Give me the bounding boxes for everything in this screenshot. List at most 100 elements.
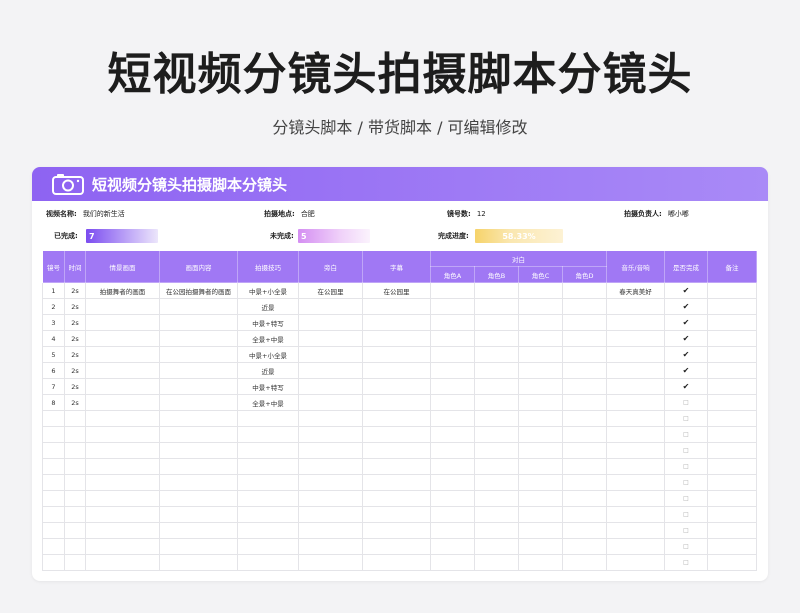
role-a-cell[interactable] [430,410,475,427]
role-a-cell[interactable] [430,330,475,347]
technique-cell[interactable] [237,442,299,459]
shot-no-cell[interactable] [42,410,65,427]
narration-cell[interactable] [298,490,363,507]
note-cell[interactable] [707,426,757,443]
role-c-cell[interactable] [518,522,563,539]
completed-checkbox[interactable]: ✔ [664,298,708,315]
role-d-cell[interactable] [562,282,607,299]
narration-cell[interactable] [298,554,363,571]
completed-checkbox[interactable]: ✔ [664,330,708,347]
narration-cell[interactable] [298,330,363,347]
completed-checkbox[interactable]: □ [664,442,708,459]
scene-cell[interactable] [85,378,160,395]
role-d-cell[interactable] [562,330,607,347]
role-b-cell[interactable] [474,458,519,475]
shot-no-cell[interactable]: 5 [42,346,65,363]
content-cell[interactable] [159,394,238,411]
shot-no-cell[interactable] [42,506,65,523]
completed-checkbox[interactable]: ✔ [664,362,708,379]
time-cell[interactable] [64,426,86,443]
time-cell[interactable]: 2s [64,282,86,299]
role-a-cell[interactable] [430,442,475,459]
time-cell[interactable] [64,522,86,539]
music-cell[interactable] [606,330,665,347]
subtitle-cell[interactable] [362,394,431,411]
completed-checkbox[interactable]: ✔ [664,282,708,299]
content-cell[interactable] [159,522,238,539]
technique-cell[interactable] [237,458,299,475]
technique-cell[interactable] [237,506,299,523]
scene-cell[interactable] [85,346,160,363]
note-cell[interactable] [707,378,757,395]
completed-checkbox[interactable]: □ [664,490,708,507]
content-cell[interactable] [159,538,238,555]
subtitle-cell[interactable] [362,554,431,571]
shot-no-cell[interactable] [42,426,65,443]
shot-no-cell[interactable] [42,474,65,491]
music-cell[interactable] [606,410,665,427]
music-cell[interactable] [606,554,665,571]
role-c-cell[interactable] [518,474,563,491]
technique-cell[interactable]: 中景+特写 [237,314,299,331]
narration-cell[interactable] [298,394,363,411]
scene-cell[interactable] [85,298,160,315]
role-d-cell[interactable] [562,298,607,315]
role-b-cell[interactable] [474,298,519,315]
role-d-cell[interactable] [562,362,607,379]
technique-cell[interactable] [237,410,299,427]
shot-no-cell[interactable]: 1 [42,282,65,299]
role-b-cell[interactable] [474,346,519,363]
time-cell[interactable] [64,442,86,459]
role-a-cell[interactable] [430,490,475,507]
role-a-cell[interactable] [430,394,475,411]
content-cell[interactable] [159,506,238,523]
technique-cell[interactable] [237,538,299,555]
music-cell[interactable] [606,346,665,363]
role-b-cell[interactable] [474,410,519,427]
role-c-cell[interactable] [518,346,563,363]
time-cell[interactable] [64,490,86,507]
completed-checkbox[interactable]: □ [664,538,708,555]
note-cell[interactable] [707,394,757,411]
note-cell[interactable] [707,458,757,475]
music-cell[interactable] [606,442,665,459]
role-a-cell[interactable] [430,282,475,299]
role-a-cell[interactable] [430,378,475,395]
role-a-cell[interactable] [430,362,475,379]
shot-no-cell[interactable]: 8 [42,394,65,411]
completed-checkbox[interactable]: □ [664,554,708,571]
role-c-cell[interactable] [518,298,563,315]
narration-cell[interactable] [298,346,363,363]
technique-cell[interactable] [237,426,299,443]
subtitle-cell[interactable] [362,378,431,395]
scene-cell[interactable]: 拍摄舞者的画面 [85,282,160,299]
role-a-cell[interactable] [430,522,475,539]
role-a-cell[interactable] [430,314,475,331]
owner-value[interactable]: 嘟小嘟 [668,209,689,219]
role-a-cell[interactable] [430,346,475,363]
time-cell[interactable] [64,538,86,555]
role-d-cell[interactable] [562,426,607,443]
role-b-cell[interactable] [474,554,519,571]
note-cell[interactable] [707,298,757,315]
music-cell[interactable] [606,522,665,539]
technique-cell[interactable] [237,474,299,491]
time-cell[interactable]: 2s [64,314,86,331]
subtitle-cell[interactable] [362,522,431,539]
role-a-cell[interactable] [430,538,475,555]
shot-no-cell[interactable] [42,538,65,555]
time-cell[interactable]: 2s [64,330,86,347]
content-cell[interactable] [159,458,238,475]
role-c-cell[interactable] [518,314,563,331]
completed-checkbox[interactable]: □ [664,394,708,411]
role-b-cell[interactable] [474,394,519,411]
role-d-cell[interactable] [562,394,607,411]
time-cell[interactable] [64,410,86,427]
completed-checkbox[interactable]: □ [664,522,708,539]
narration-cell[interactable] [298,458,363,475]
role-b-cell[interactable] [474,442,519,459]
role-c-cell[interactable] [518,458,563,475]
role-c-cell[interactable] [518,362,563,379]
time-cell[interactable] [64,458,86,475]
technique-cell[interactable] [237,554,299,571]
